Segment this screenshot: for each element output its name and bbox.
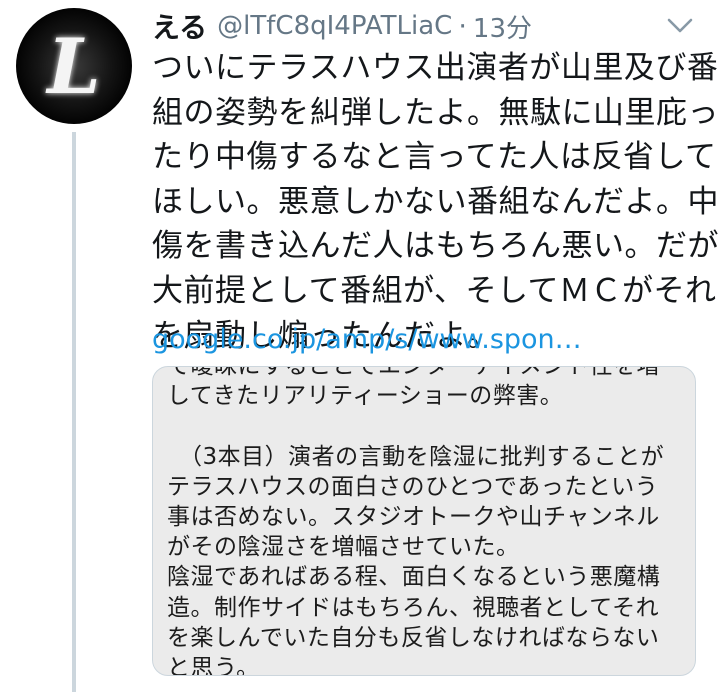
attached-image-card[interactable]: で曖昧にすることでエンターテイメント性を増 してきたリアリティーショーの弊害。 …	[152, 366, 696, 676]
card-text: で曖昧にすることでエンターテイメント性を増 してきたリアリティーショーの弊害。 …	[167, 366, 695, 676]
tweet[interactable]: L える @lTfC8qI4PATLiaC · 13分 ついにテラスハウス出演者…	[0, 0, 720, 692]
card-text-line: （3本目）演者の言動を陰湿に批判することが	[167, 443, 665, 470]
avatar-letter: L	[47, 21, 101, 111]
tweet-text-line: ついにテラスハウス出演者が山里及び番	[152, 50, 719, 86]
user-handle[interactable]: @lTfC8qI4PATLiaC	[217, 11, 452, 41]
tweet-text-line: たり中傷するなと言ってた人は反省して	[152, 139, 717, 176]
card-text-line: テラスハウスの面白さのひとつであったという	[167, 473, 659, 500]
avatar[interactable]: L	[16, 8, 132, 124]
tweet-text-line: ほしい。悪意しかない番組なんだよ。中	[152, 183, 719, 220]
card-text-line: と思う。	[167, 655, 260, 676]
card-text-line: で曖昧にすることでエンターテイメント性を増	[167, 366, 661, 379]
display-name[interactable]: える	[152, 6, 207, 46]
timestamp[interactable]: 13分	[473, 8, 532, 45]
tweet-text-line: 大前提として番組が、そしてＭＣがそれ	[152, 272, 717, 309]
card-text-line: を楽しんでいた自分も反省しなければならない	[167, 624, 660, 651]
thread-line	[72, 132, 76, 692]
tweet-text-line: 傷を書き込んだ人はもちろん悪い。だが	[152, 228, 719, 265]
card-text-line: がその陰湿さを増幅させていた。	[167, 534, 520, 561]
card-text-line: 造。制作サイドはもちろん、視聴者としてそれ	[167, 594, 660, 621]
card-text-line: 陰湿であればある程、面白くなるという悪魔構	[167, 564, 661, 591]
separator-dot: ·	[458, 10, 467, 42]
tweet-text-line: 組の姿勢を糾弾したよ。無駄に山里庇っ	[152, 94, 719, 131]
tweet-link[interactable]: google.co.jp/amp/s/www.spon…	[152, 318, 582, 362]
card-text-line: 事は否めない。スタジオトークや山チャンネル	[167, 504, 660, 530]
tweet-text: ついにテラスハウス出演者が山里及び番 組の姿勢を糾弾したよ。無駄に山里庇っ たり…	[152, 46, 719, 358]
chevron-down-icon[interactable]	[666, 16, 694, 36]
tweet-header: える @lTfC8qI4PATLiaC · 13分	[152, 6, 532, 46]
card-text-line	[167, 411, 695, 441]
card-text-line: してきたリアリティーショーの弊害。	[167, 383, 564, 410]
